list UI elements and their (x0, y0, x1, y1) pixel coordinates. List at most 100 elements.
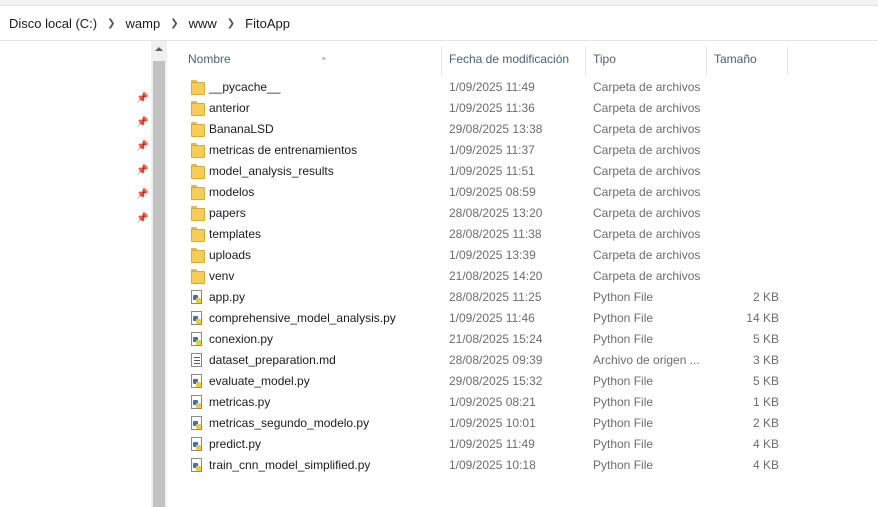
file-date: 1/09/2025 11:46 (449, 311, 535, 325)
file-type: Carpeta de archivos (593, 101, 701, 115)
file-type: Carpeta de archivos (593, 143, 701, 157)
file-name: papers (209, 206, 246, 220)
file-type: Python File (593, 290, 654, 304)
file-row[interactable]: train_cnn_model_simplified.py 1/09/2025 1… (187, 455, 787, 476)
file-row[interactable]: metricas.py 1/09/2025 08:21 Python File 1 K… (187, 392, 787, 413)
scrollbar-thumb[interactable] (153, 61, 165, 507)
pin-icon[interactable]: 📌 (136, 141, 148, 153)
pin-icon[interactable]: 📌 (136, 213, 148, 225)
file-name: metricas_segundo_modelo.py (209, 416, 370, 430)
file-name: comprehensive_model_analysis.py (209, 311, 396, 325)
file-size (707, 161, 779, 182)
column-header-date[interactable]: Fecha de modificación (441, 47, 586, 75)
breadcrumb-item-fitoapp[interactable]: FitoApp (244, 16, 291, 31)
file-row[interactable]: app.py 28/08/2025 11:25 Python File 2 KB (187, 287, 787, 308)
address-bar: Disco local (C:) ❯ wamp ❯ www ❯ FitoApp (0, 0, 878, 41)
file-type: Python File (593, 416, 654, 430)
file-type: Carpeta de archivos (593, 269, 701, 283)
pin-icon[interactable]: 📌 (136, 117, 148, 129)
pin-icon[interactable]: 📌 (136, 93, 148, 105)
column-header-row: Nombre ⌃ Fecha de modificación Tipo Tama… (167, 41, 878, 76)
file-name: modelos (209, 185, 255, 199)
column-header-name[interactable]: Nombre ⌃ (180, 47, 442, 75)
file-row[interactable]: modelos 1/09/2025 08:59 Carpeta de archivo… (187, 182, 787, 203)
column-header-size[interactable]: Tamaño (706, 47, 788, 75)
file-type: Carpeta de archivos (593, 206, 701, 220)
file-date: 29/08/2025 15:32 (449, 374, 543, 388)
file-name: conexion.py (209, 332, 274, 346)
python-file-icon (191, 458, 207, 473)
file-name: model_analysis_results (209, 164, 334, 178)
column-header-type[interactable]: Tipo (585, 47, 707, 75)
file-type: Carpeta de archivos (593, 227, 701, 241)
file-type: Carpeta de archivos (593, 122, 701, 136)
file-row[interactable]: __pycache__ 1/09/2025 11:49 Carpeta de arc… (187, 77, 787, 98)
pin-icon[interactable]: 📌 (136, 189, 148, 201)
breadcrumb-item-disk[interactable]: Disco local (C:) (8, 16, 98, 31)
breadcrumb-item-wamp[interactable]: wamp (125, 16, 162, 31)
file-name: dataset_preparation.md (209, 353, 336, 367)
navigation-scrollbar[interactable] (151, 41, 167, 507)
folder-icon (191, 80, 207, 95)
file-size (707, 119, 779, 140)
file-date: 21/08/2025 15:24 (449, 332, 543, 346)
markdown-file-icon (191, 353, 207, 368)
file-row[interactable]: predict.py 1/09/2025 11:49 Python File 4 KB (187, 434, 787, 455)
column-header-size-label: Tamaño (714, 52, 757, 66)
file-name: metricas de entrenamientos (209, 143, 358, 157)
folder-icon (191, 185, 207, 200)
folder-icon (191, 164, 207, 179)
file-type: Archivo de origen ... (593, 353, 700, 367)
title-bar-edge (0, 0, 878, 6)
file-date: 1/09/2025 10:01 (449, 416, 536, 430)
file-name: venv (209, 269, 235, 283)
python-file-icon (191, 374, 207, 389)
file-size: 3 KB (752, 353, 779, 367)
file-size: 1 KB (752, 395, 779, 409)
file-row[interactable]: comprehensive_model_analysis.py 1/09/2025… (187, 308, 787, 329)
scroll-up-arrow-icon[interactable] (151, 41, 167, 57)
file-date: 1/09/2025 11:51 (449, 164, 535, 178)
file-row[interactable]: conexion.py 21/08/2025 15:24 Python File 5 … (187, 329, 787, 350)
file-size (707, 182, 779, 203)
column-header-name-label: Nombre (188, 52, 231, 66)
file-size (707, 224, 779, 245)
file-row[interactable]: papers 28/08/2025 13:20 Carpeta de archivo… (187, 203, 787, 224)
chevron-right-icon[interactable]: ❯ (227, 18, 235, 29)
file-row[interactable]: evaluate_model.py 29/08/2025 15:32 Python … (187, 371, 787, 392)
file-size: 2 KB (752, 416, 779, 430)
file-row[interactable]: dataset_preparation.md 28/08/2025 09:39 Ar… (187, 350, 787, 371)
file-row[interactable]: metricas_segundo_modelo.py 1/09/2025 10:0… (187, 413, 787, 434)
file-row[interactable]: model_analysis_results 1/09/2025 11:51 Car… (187, 161, 787, 182)
folder-icon (191, 227, 207, 242)
file-size: 2 KB (752, 290, 779, 304)
chevron-right-icon[interactable]: ❯ (170, 18, 178, 29)
file-row[interactable]: anterior 1/09/2025 11:36 Carpeta de archiv… (187, 98, 787, 119)
folder-icon (191, 269, 207, 284)
python-file-icon (191, 332, 207, 347)
python-file-icon (191, 437, 207, 452)
file-list: Nombre ⌃ Fecha de modificación Tipo Tama… (167, 41, 878, 507)
folder-icon (191, 206, 207, 221)
pin-icon[interactable]: 📌 (136, 165, 148, 177)
breadcrumb-item-www[interactable]: www (188, 16, 218, 31)
file-size: 5 KB (752, 332, 779, 346)
file-row[interactable]: venv 21/08/2025 14:20 Carpeta de archivos (187, 266, 787, 287)
file-row[interactable]: metricas de entrenamientos 1/09/2025 11:3… (187, 140, 787, 161)
file-type: Carpeta de archivos (593, 164, 701, 178)
file-size (707, 98, 779, 119)
file-row[interactable]: uploads 1/09/2025 13:39 Carpeta de archivo… (187, 245, 787, 266)
file-size (707, 266, 779, 287)
file-date: 29/08/2025 13:38 (449, 122, 543, 136)
file-size (707, 203, 779, 224)
file-size: 14 KB (746, 311, 779, 325)
file-date: 1/09/2025 11:49 (449, 80, 535, 94)
file-row[interactable]: BananaLSD 29/08/2025 13:38 Carpeta de arch… (187, 119, 787, 140)
file-date: 1/09/2025 13:39 (449, 248, 536, 262)
file-type: Python File (593, 311, 654, 325)
file-name: metricas.py (209, 395, 271, 409)
python-file-icon (191, 290, 207, 305)
file-size: 5 KB (752, 374, 779, 388)
chevron-right-icon[interactable]: ❯ (107, 18, 115, 29)
file-row[interactable]: templates 28/08/2025 11:38 Carpeta de arch… (187, 224, 787, 245)
